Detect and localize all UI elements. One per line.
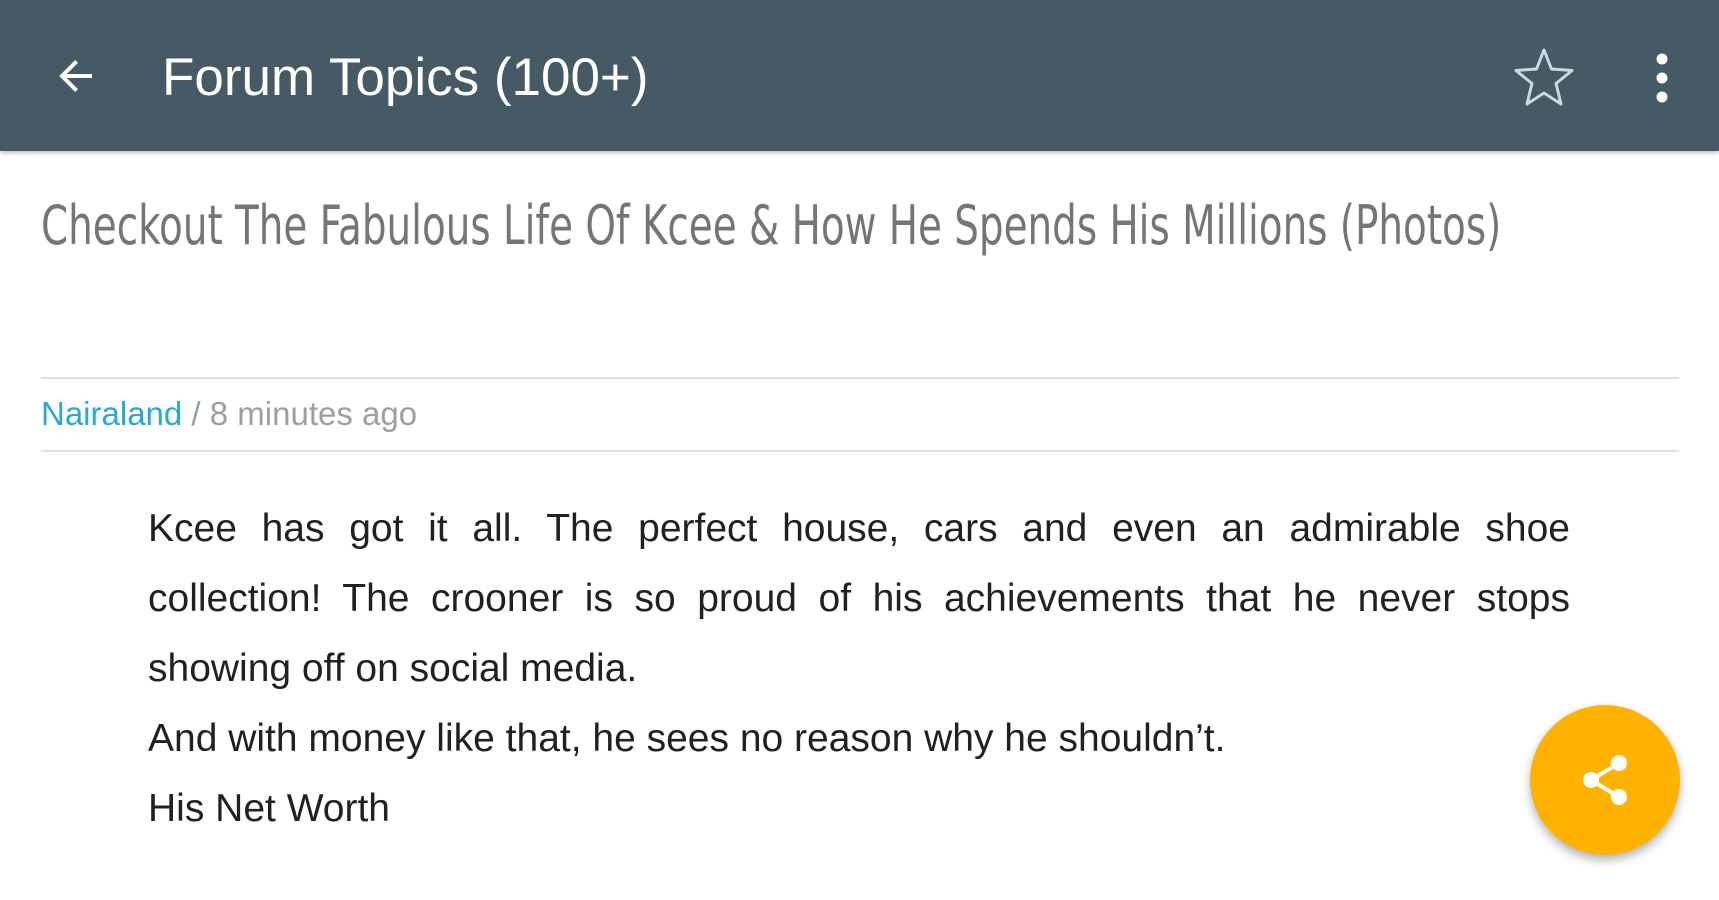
body-paragraph: Kcee has got it all. The perfect house, … <box>148 507 1570 690</box>
timestamp: 8 minutes ago <box>209 395 418 432</box>
body-paragraph: His Net Worth <box>148 787 390 830</box>
star-outline-icon <box>1514 48 1574 106</box>
favorite-button[interactable] <box>1506 40 1582 116</box>
more-vert-icon <box>1656 53 1668 103</box>
divider <box>41 450 1679 452</box>
app-bar-title: Forum Topics (100+) <box>162 48 649 107</box>
article-meta: Nairaland / 8 minutes ago <box>41 390 417 438</box>
back-button[interactable] <box>40 40 112 112</box>
overflow-menu-button[interactable] <box>1628 40 1696 116</box>
article-title: Checkout The Fabulous Life Of Kcee & How… <box>41 194 1502 257</box>
share-fab-button[interactable] <box>1530 705 1680 855</box>
meta-separator: / <box>182 395 210 432</box>
body-paragraph: And with money like that, he sees no rea… <box>148 717 1226 760</box>
source-link[interactable]: Nairaland <box>41 395 182 432</box>
arrow-back-icon <box>59 60 92 92</box>
share-icon <box>1583 755 1627 805</box>
divider <box>41 377 1679 379</box>
app-bar: Forum Topics (100+) <box>0 0 1719 151</box>
article-body: Kcee has got it all. The perfect house, … <box>148 494 1570 844</box>
